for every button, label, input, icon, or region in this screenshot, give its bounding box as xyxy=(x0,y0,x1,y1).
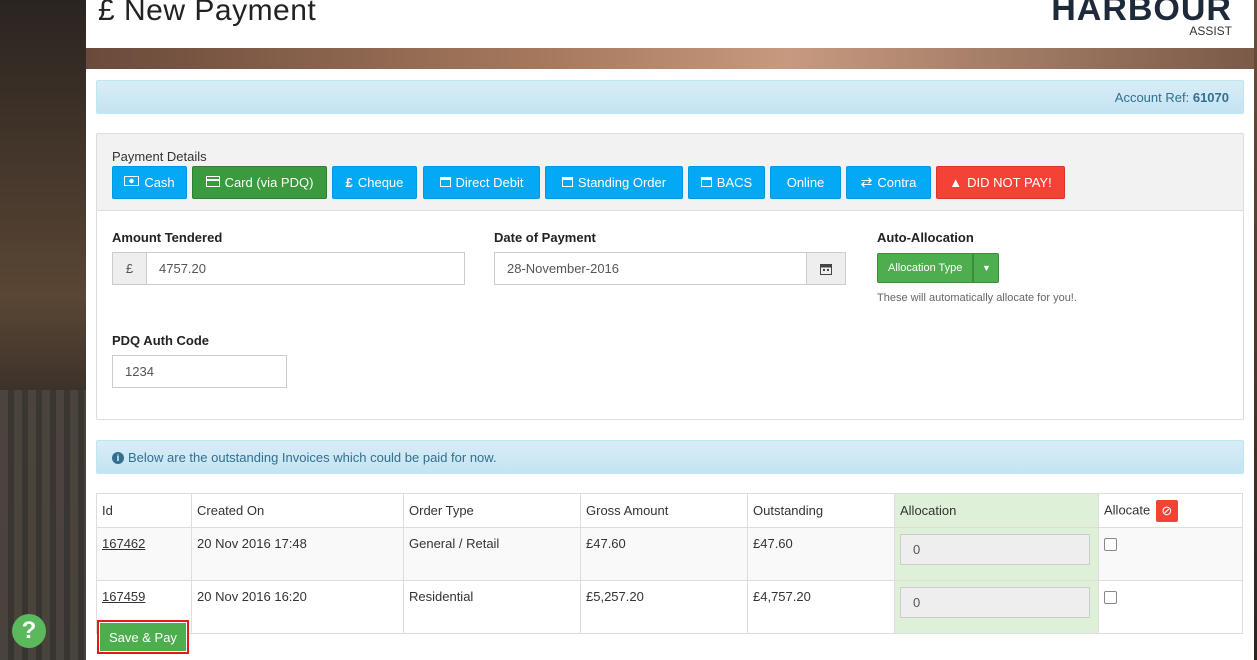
cheque-button[interactable]: £ Cheque xyxy=(332,166,417,199)
account-ref-value: 61070 xyxy=(1192,90,1229,105)
chevron-down-icon[interactable]: ▼ xyxy=(973,253,1000,283)
allocate-checkbox[interactable] xyxy=(1104,591,1117,604)
invoice-id-cell: 167462 xyxy=(96,527,192,581)
did-not-pay-button-label: DID NOT PAY! xyxy=(967,175,1052,190)
auto-allocation-help: These will automatically allocate for yo… xyxy=(877,292,1077,304)
harbour-assist-logo[interactable]: HARBOUR ASSIST xyxy=(1051,0,1232,38)
page-title: £ New Payment xyxy=(98,0,317,27)
background-building xyxy=(0,390,86,660)
card-pdq-button-label: Card (via PDQ) xyxy=(224,175,314,190)
direct-debit-button[interactable]: Direct Debit xyxy=(423,166,540,199)
col-outstanding: Outstanding xyxy=(747,493,895,528)
col-allocate-label: Allocate xyxy=(1104,501,1151,517)
allocation-input[interactable]: 0 xyxy=(900,534,1090,565)
col-order-type: Order Type xyxy=(403,493,581,528)
invoices-table: Id Created On Order Type Gross Amount Ou… xyxy=(96,493,1243,634)
allocation-cell: 0 xyxy=(894,527,1099,581)
outstanding-info-bar: i Below are the outstanding Invoices whi… xyxy=(96,440,1244,474)
standing-order-button[interactable]: Standing Order xyxy=(545,166,683,199)
order-type-cell: Residential xyxy=(403,580,581,634)
clear-allocation-icon[interactable]: ⊘ xyxy=(1155,499,1178,522)
direct-debit-button-label: Direct Debit xyxy=(455,175,524,190)
order-type-cell: General / Retail xyxy=(403,527,581,581)
gross-amount-cell: £5,257.20 xyxy=(580,580,748,634)
cash-button[interactable]: Cash xyxy=(112,166,187,199)
cash-button-label: Cash xyxy=(144,175,175,190)
table-row: 167459 20 Nov 2016 16:20 Residential £5,… xyxy=(96,580,1243,634)
main-content: Account Ref: 61070 Payment Details Cash … xyxy=(86,69,1254,660)
col-created-on: Created On xyxy=(191,493,404,528)
contra-button-label: Contra xyxy=(877,175,917,190)
did-not-pay-button[interactable]: ▲ DID NOT PAY! xyxy=(936,166,1065,199)
cheque-button-label: Cheque xyxy=(357,175,404,190)
auto-allocation-label: Auto-Allocation xyxy=(877,230,974,245)
calendar-icon[interactable] xyxy=(806,253,845,284)
calendar-icon xyxy=(700,176,712,190)
online-button-label: Online xyxy=(786,175,825,190)
card-icon xyxy=(205,175,220,190)
col-gross-amount: Gross Amount xyxy=(580,493,748,528)
allocate-checkbox[interactable] xyxy=(1104,538,1117,551)
gross-amount-cell: £47.60 xyxy=(580,527,748,581)
allocation-type-button[interactable]: Allocation Type xyxy=(877,253,974,283)
outstanding-info-text: Below are the outstanding Invoices which… xyxy=(128,450,497,465)
allocation-cell: 0 xyxy=(894,580,1099,634)
date-of-payment-label: Date of Payment xyxy=(494,230,596,245)
amount-tendered-field[interactable]: £ 4757.20 xyxy=(112,252,465,285)
allocation-input[interactable]: 0 xyxy=(900,587,1090,618)
account-ref: Account Ref: 61070 xyxy=(1115,90,1229,105)
bacs-button[interactable]: BACS xyxy=(688,166,765,199)
col-allocate: Allocate ⊘ xyxy=(1098,493,1243,528)
allocate-cell xyxy=(1098,580,1243,634)
calendar-icon xyxy=(561,176,573,190)
exchange-icon: ⇄ xyxy=(860,174,873,190)
outstanding-info: i Below are the outstanding Invoices whi… xyxy=(112,450,497,465)
card-pdq-button[interactable]: Card (via PDQ) xyxy=(192,166,327,199)
pdq-auth-code-label: PDQ Auth Code xyxy=(112,333,210,348)
table-header-row: Id Created On Order Type Gross Amount Ou… xyxy=(96,493,1243,528)
help-icon[interactable]: ? xyxy=(12,614,46,648)
created-on-cell: 20 Nov 2016 17:48 xyxy=(191,527,404,581)
allocate-cell xyxy=(1098,527,1243,581)
created-on-cell: 20 Nov 2016 16:20 xyxy=(191,580,404,634)
allocation-type-dropdown[interactable]: Allocation Type ▼ xyxy=(877,253,1000,283)
bacs-button-label: BACS xyxy=(716,175,753,190)
amount-tendered-label: Amount Tendered xyxy=(112,230,223,245)
account-bar: Account Ref: 61070 xyxy=(96,80,1244,114)
table-row: 167462 20 Nov 2016 17:48 General / Retai… xyxy=(96,527,1243,581)
pound-icon: £ xyxy=(345,175,353,190)
col-allocation: Allocation xyxy=(894,493,1099,528)
warning-icon: ▲ xyxy=(949,175,963,190)
account-ref-label: Account Ref: xyxy=(1114,90,1190,105)
date-of-payment-field[interactable]: 28-November-2016 xyxy=(494,252,846,285)
page-header: £ New Payment HARBOUR ASSIST xyxy=(86,0,1254,48)
date-of-payment-input[interactable]: 28-November-2016 xyxy=(495,253,806,284)
header-band xyxy=(86,48,1254,69)
standing-order-button-label: Standing Order xyxy=(577,175,667,190)
payment-panel: Payment Details Cash Card (via PDQ) £ Ch… xyxy=(96,133,1244,420)
online-button[interactable]: Online xyxy=(770,166,841,199)
contra-button[interactable]: ⇄ Contra xyxy=(846,166,931,199)
invoice-id-link[interactable]: 167462 xyxy=(102,536,145,551)
invoice-id-link[interactable]: 167459 xyxy=(102,589,145,604)
amount-tendered-input[interactable]: 4757.20 xyxy=(147,253,464,284)
col-id: Id xyxy=(96,493,192,528)
payment-details-label: Payment Details xyxy=(112,149,207,164)
pdq-auth-code-field[interactable]: 1234 xyxy=(112,355,287,388)
currency-addon: £ xyxy=(113,253,147,284)
pdq-auth-code-input[interactable]: 1234 xyxy=(113,356,286,387)
outstanding-cell: £47.60 xyxy=(747,527,895,581)
calendar-icon xyxy=(439,176,451,190)
info-icon: i xyxy=(112,451,124,464)
outstanding-cell: £4,757.20 xyxy=(747,580,895,634)
cash-icon xyxy=(124,176,140,189)
save-and-pay-button[interactable]: Save & Pay xyxy=(97,620,189,654)
payment-details-header: Payment Details Cash Card (via PDQ) £ Ch… xyxy=(97,134,1243,211)
